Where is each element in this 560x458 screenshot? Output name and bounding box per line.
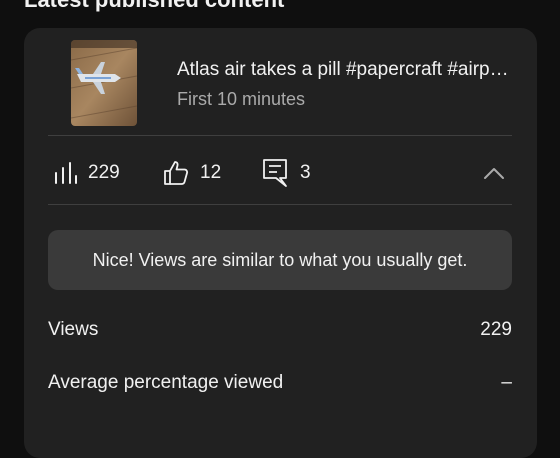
views-count: 229 — [88, 162, 120, 183]
insight-message: Nice! Views are similar to what you usua… — [48, 230, 512, 290]
comments-count: 3 — [300, 162, 311, 183]
views-stat: 229 — [52, 156, 120, 190]
divider — [48, 204, 512, 205]
video-subtitle: First 10 minutes — [177, 89, 306, 109]
metric-row-views[interactable]: Views 229 — [48, 319, 512, 341]
metric-value: – — [501, 372, 512, 393]
video-title[interactable]: Atlas air takes a pill #papercraft #airp… — [177, 59, 509, 81]
metric-value: 229 — [480, 319, 512, 340]
comment-icon — [263, 159, 287, 187]
insight-text: Nice! Views are similar to what you usua… — [92, 249, 468, 270]
likes-count: 12 — [200, 162, 222, 183]
latest-content-card: Atlas air takes a pill #papercraft #airp… — [24, 28, 537, 458]
collapse-button[interactable] — [480, 159, 508, 187]
likes-stat: 12 — [162, 156, 221, 190]
comments-stat: 3 — [262, 156, 311, 190]
metric-label: Views — [48, 319, 99, 340]
section-title: Latest published content — [24, 0, 284, 13]
divider — [48, 135, 512, 136]
thumb-up-icon — [164, 161, 189, 185]
metric-row-avg-percentage[interactable]: Average percentage viewed – — [48, 372, 512, 394]
video-thumbnail[interactable] — [71, 40, 137, 126]
bar-chart-icon — [55, 162, 77, 184]
thumbnail-image — [71, 40, 137, 126]
chevron-up-icon — [484, 168, 504, 179]
metric-label: Average percentage viewed — [48, 372, 284, 393]
